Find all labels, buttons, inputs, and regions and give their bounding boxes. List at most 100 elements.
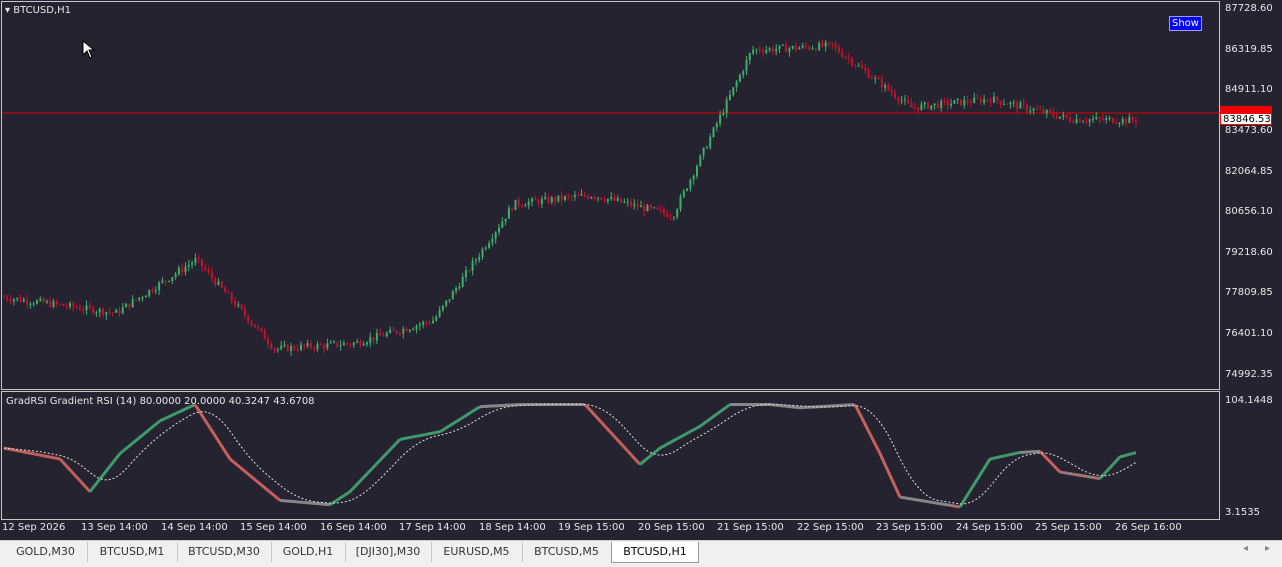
candle — [970, 98, 972, 106]
rsi-segment — [116, 456, 118, 459]
rsi-segment — [614, 436, 616, 438]
candle — [1000, 100, 1002, 108]
rsi-segment — [78, 479, 80, 481]
candle — [653, 207, 655, 209]
rsi-segment — [986, 462, 988, 465]
candle — [396, 330, 398, 335]
candle — [429, 319, 431, 325]
rsi-signal-line — [4, 405, 1136, 504]
candle — [373, 337, 375, 344]
candle — [934, 103, 936, 109]
rsi-segment — [114, 459, 116, 462]
candle — [1039, 105, 1041, 110]
candle — [128, 304, 130, 310]
chart-tab[interactable]: BTCUSD,M1 — [87, 542, 178, 562]
rsi-segment — [1104, 472, 1106, 474]
rsi-segment — [1100, 476, 1102, 478]
time-axis-label: 20 Sep 15:00 — [638, 522, 705, 533]
candle — [82, 306, 84, 315]
chart-tab[interactable]: [DJI30],M30 — [345, 542, 432, 562]
rsi-segment — [694, 428, 696, 429]
rsi-segment — [604, 425, 606, 427]
rsi-segment — [728, 405, 730, 406]
candle — [343, 340, 345, 345]
time-axis-label: 24 Sep 15:00 — [956, 522, 1023, 533]
show-button[interactable]: Show — [1169, 16, 1202, 31]
collapse-triangle-icon[interactable]: ▾ — [5, 5, 10, 16]
rsi-segment — [128, 445, 130, 447]
candle — [231, 292, 233, 304]
chart-tab[interactable]: BTCUSD,H1 — [611, 542, 699, 563]
rsi-segment — [398, 439, 400, 441]
candle — [66, 302, 68, 310]
rsi-segment — [204, 419, 206, 422]
rsi-segment — [214, 434, 216, 437]
chart-tab[interactable]: BTCUSD,M30 — [177, 542, 272, 562]
rsi-segment — [680, 436, 682, 437]
time-axis-label: 22 Sep 15:00 — [797, 522, 864, 533]
time-axis-label: 23 Sep 15:00 — [876, 522, 943, 533]
rsi-segment — [478, 407, 480, 408]
candle — [13, 298, 15, 306]
candle — [732, 87, 734, 96]
rsi-segment — [624, 447, 626, 449]
candle — [534, 195, 536, 200]
rsi-segment — [476, 408, 478, 409]
rsi-segment — [360, 479, 362, 481]
rsi-segment — [868, 430, 870, 434]
candle — [544, 192, 546, 200]
tab-scroll-left-icon[interactable]: ◂ — [1243, 543, 1248, 554]
candle — [1056, 111, 1058, 119]
candle — [155, 286, 157, 294]
rsi-segment — [664, 445, 666, 446]
rsi-segment — [250, 476, 252, 478]
chart-tab[interactable]: EURUSD,M5 — [431, 542, 523, 562]
candle — [251, 320, 253, 327]
candle — [785, 41, 787, 52]
rsi-segment — [354, 485, 356, 487]
chart-symbol-title[interactable]: ▾ BTCUSD,H1 — [5, 5, 71, 16]
candle — [538, 199, 540, 207]
price-axis-label: 77809.85 — [1225, 287, 1273, 298]
tab-scroll-right-icon[interactable]: ▸ — [1265, 543, 1270, 554]
chart-tab[interactable]: GOLD,H1 — [271, 542, 346, 562]
chart-tab[interactable]: GOLD,M30 — [4, 542, 88, 562]
candle — [637, 199, 639, 211]
candle — [518, 197, 520, 208]
candle — [359, 339, 361, 348]
rsi-segment — [210, 428, 212, 431]
candle — [772, 46, 774, 54]
candle — [221, 281, 223, 289]
candle — [930, 105, 932, 110]
candle — [115, 309, 117, 313]
rsi-segment — [84, 485, 86, 487]
candle — [838, 45, 840, 54]
candle — [79, 304, 81, 311]
candle — [313, 346, 315, 354]
candle — [218, 278, 220, 285]
candle — [310, 340, 312, 350]
candle — [227, 290, 229, 294]
candle — [511, 208, 513, 212]
candle — [99, 308, 101, 318]
rsi-segment — [676, 438, 678, 439]
rsi-segment — [712, 416, 714, 417]
candle — [1122, 116, 1124, 125]
candle — [623, 199, 625, 204]
rsi-segment — [1044, 455, 1046, 457]
candle — [845, 56, 847, 59]
rsi-segment — [1132, 453, 1134, 454]
candle — [769, 47, 771, 52]
chart-tab[interactable]: BTCUSD,M5 — [522, 542, 612, 562]
candle — [326, 338, 328, 350]
candle — [475, 258, 477, 265]
candle — [656, 207, 658, 210]
rsi-segment — [236, 464, 238, 466]
rsi-segment — [866, 426, 868, 430]
candle — [541, 196, 543, 208]
candle — [105, 312, 107, 320]
candle — [152, 288, 154, 294]
rsi-segment — [108, 466, 110, 469]
candle — [181, 264, 183, 276]
rsi-segment — [590, 410, 592, 412]
